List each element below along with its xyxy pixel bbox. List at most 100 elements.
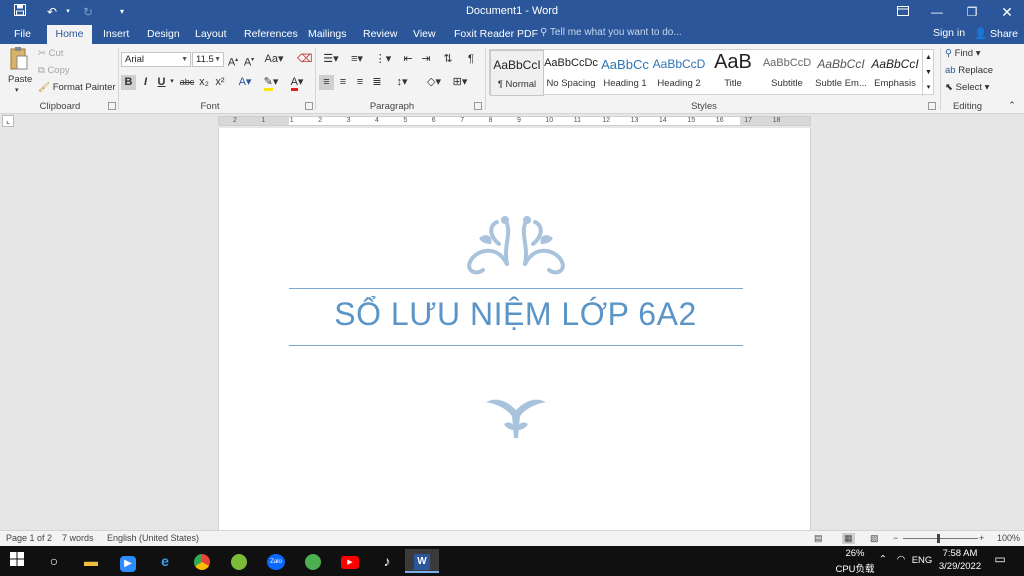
style-heading-2[interactable]: AaBbCcD Heading 2 (652, 50, 706, 96)
horizontal-ruler[interactable]: 2 1 1 2 3 4 5 6 7 8 9 10 11 12 13 14 15 16 17 18 (218, 116, 811, 126)
show-hidden-icons-icon[interactable]: ⌃ (877, 554, 889, 565)
clock-time[interactable]: 7:58 AM (934, 548, 986, 559)
wifi-icon[interactable]: ◠ (894, 554, 908, 565)
share-button[interactable]: 👤 Share (974, 27, 1018, 40)
edge-icon[interactable]: e (148, 549, 182, 573)
word-count[interactable]: 7 words (62, 533, 94, 543)
clock-date[interactable]: 3/29/2022 (934, 561, 986, 572)
paste-button[interactable]: Paste (8, 73, 32, 86)
language-indicator[interactable]: English (United States) (107, 533, 199, 543)
customize-qat-icon[interactable]: ▾ (112, 3, 132, 21)
undo-dropdown-icon[interactable]: ▾ (58, 3, 78, 21)
align-right-icon[interactable]: ≡ (353, 75, 367, 89)
decrease-indent-icon[interactable]: ⇤ (401, 52, 415, 66)
italic-button[interactable]: I (139, 75, 152, 89)
font-size-combo[interactable]: 11.5 ▼ (192, 52, 224, 67)
styles-scroll[interactable]: ▲ ▼ ▾ (922, 50, 934, 96)
font-name-combo[interactable]: Arial ▼ (121, 52, 191, 67)
web-layout-icon[interactable]: ▧ (870, 533, 879, 544)
text-effects-icon[interactable]: A▾ (236, 75, 254, 89)
page-count[interactable]: Page 1 of 2 (6, 533, 52, 543)
input-language[interactable]: ENG (910, 555, 934, 566)
underline-dropdown-icon[interactable]: ▾ (168, 75, 176, 89)
tab-design[interactable]: Design (147, 27, 180, 44)
sign-in-link[interactable]: Sign in (933, 27, 965, 39)
restore-icon[interactable]: ❐ (955, 0, 989, 24)
highlight-color-icon[interactable]: ✎▾ (260, 75, 282, 91)
save-icon[interactable] (10, 3, 30, 21)
style-subtitle[interactable]: AaBbCcD Subtitle (760, 50, 814, 96)
align-center-icon[interactable]: ≡ (336, 75, 350, 89)
find-button[interactable]: ⚲ Find ▾ (945, 47, 981, 60)
borders-icon[interactable]: ⊞▾ (449, 75, 471, 89)
tell-me-box[interactable]: ⚲ Tell me what you want to do... (540, 27, 682, 38)
select-button[interactable]: ⬉ Select ▾ (945, 81, 989, 94)
document-page[interactable]: SỔ LƯU NIỆM LỚP 6A2 (218, 128, 811, 530)
word-icon[interactable]: W (405, 549, 439, 573)
numbering-icon[interactable]: ≡▾ (346, 52, 368, 66)
multilevel-list-icon[interactable]: ⋮▾ (372, 52, 394, 66)
collapse-ribbon-icon[interactable]: ⌃ (1006, 98, 1018, 112)
chrome-icon[interactable] (185, 549, 219, 573)
style-subtle-emphasis[interactable]: AaBbCcI Subtle Em... (814, 50, 868, 96)
notifications-icon[interactable]: ▭ (990, 552, 1010, 566)
subscript-button[interactable]: x₂ (197, 75, 211, 89)
style-heading-1[interactable]: AaBbCc Heading 1 (598, 50, 652, 96)
zoom-out-icon[interactable]: − (893, 533, 898, 543)
underline-button[interactable]: U (155, 75, 168, 89)
shrink-font-icon[interactable]: A▾ (243, 53, 255, 70)
font-color-icon[interactable]: A▾ (286, 75, 308, 91)
paste-icon[interactable] (8, 46, 30, 74)
coccoc-icon[interactable] (222, 549, 256, 573)
zoom-in-icon[interactable]: + (979, 533, 984, 543)
youtube-icon[interactable]: ▶ (333, 549, 367, 573)
minimize-icon[interactable]: — (920, 0, 954, 24)
styles-launcher-icon[interactable] (928, 102, 936, 110)
tab-file[interactable]: File (14, 27, 31, 44)
zoom-slider-thumb[interactable] (937, 534, 940, 543)
bullets-icon[interactable]: ☰▾ (320, 52, 342, 66)
style-emphasis[interactable]: AaBbCcI Emphasis (868, 50, 922, 96)
zoom-level[interactable]: 100% (997, 533, 1020, 543)
tab-home[interactable]: Home (47, 25, 92, 44)
print-layout-icon[interactable]: ▦ (842, 533, 855, 544)
font-launcher-icon[interactable] (305, 102, 313, 110)
strikethrough-button[interactable]: abc (178, 75, 196, 89)
tab-mailings[interactable]: Mailings (308, 27, 347, 44)
read-mode-icon[interactable]: ▤ (814, 533, 823, 544)
align-left-icon[interactable]: ≡ (319, 75, 334, 90)
tiktok-icon[interactable]: ♪ (370, 549, 404, 573)
document-title[interactable]: SỔ LƯU NIỆM LỚP 6A2 (219, 296, 812, 333)
paste-dropdown-icon[interactable]: ▾ (15, 84, 19, 97)
justify-icon[interactable]: ≣ (370, 75, 384, 89)
coccoc-alt-icon[interactable] (296, 549, 330, 573)
zalo-icon[interactable]: Zalo (259, 549, 293, 573)
zoom-icon[interactable]: ▶ (111, 549, 145, 573)
change-case-button[interactable]: Aa▾ (264, 52, 284, 66)
line-spacing-icon[interactable]: ↕▾ (391, 75, 413, 89)
show-hide-marks-button[interactable]: ¶ (465, 52, 477, 66)
style-title[interactable]: AaB Title (706, 50, 760, 96)
ribbon-display-options-icon[interactable] (886, 0, 920, 24)
replace-button[interactable]: ab Replace (945, 64, 993, 77)
close-icon[interactable]: ✕ (990, 0, 1024, 24)
file-explorer-icon[interactable]: ▬ (74, 549, 108, 573)
tab-references[interactable]: References (244, 27, 298, 44)
increase-indent-icon[interactable]: ⇥ (419, 52, 433, 66)
document-area[interactable]: SỔ LƯU NIỆM LỚP 6A2 (0, 128, 1024, 530)
cortana-icon[interactable]: ○ (37, 549, 71, 573)
shading-icon[interactable]: ◇▾ (423, 75, 445, 89)
tab-insert[interactable]: Insert (103, 27, 129, 44)
superscript-button[interactable]: x² (213, 75, 227, 89)
clipboard-launcher-icon[interactable] (108, 102, 116, 110)
style-no-spacing[interactable]: AaBbCcDc No Spacing (544, 50, 598, 96)
tab-foxit-reader-pdf[interactable]: Foxit Reader PDF (454, 27, 538, 44)
style-normal[interactable]: AaBbCcI ¶ Normal (490, 50, 544, 96)
format-painter-button[interactable]: 🖌 Format Painter (38, 81, 116, 94)
tab-layout[interactable]: Layout (195, 27, 227, 44)
paragraph-launcher-icon[interactable] (474, 102, 482, 110)
grow-font-icon[interactable]: A▴ (227, 53, 239, 70)
tab-view[interactable]: View (413, 27, 436, 44)
tab-selector-icon[interactable]: ⌞ (2, 115, 14, 127)
clear-formatting-icon[interactable]: ⌫ (297, 52, 313, 66)
